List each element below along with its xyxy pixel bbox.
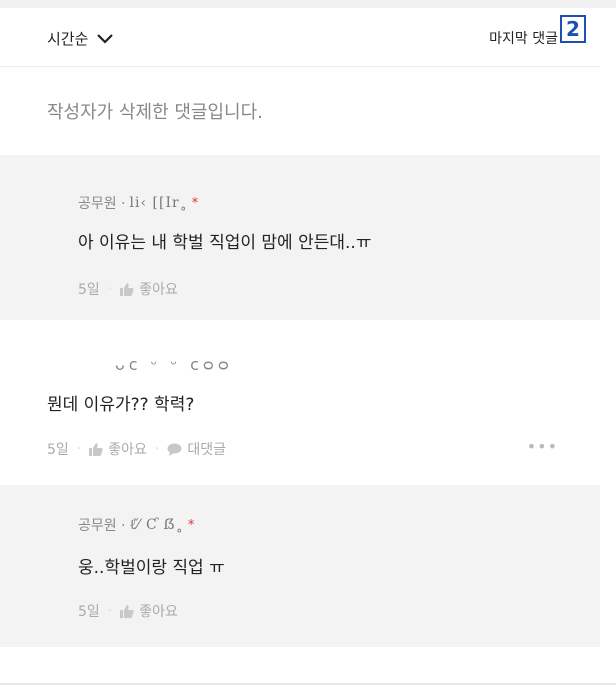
separator-dot: · (107, 603, 113, 619)
separator-dot: · (107, 281, 113, 297)
like-label: 좋아요 (108, 442, 147, 458)
reply-button[interactable]: 대댓글 (167, 439, 226, 459)
reply-body: 웅..학벌이랑 직업 ㅠ (78, 558, 225, 578)
sort-label: 시간순 (47, 30, 89, 48)
thumbs-up-icon (120, 282, 134, 296)
reply-author: 공무원 · li‹ [[Ir˳ * (78, 193, 198, 213)
top-divider (0, 0, 616, 8)
chevron-down-icon (96, 33, 114, 45)
number-badge: 2 (560, 15, 586, 43)
reply-actions: 5일 · 좋아요 (78, 279, 178, 299)
like-button[interactable]: 좋아요 (89, 439, 147, 459)
author-job-label: 공무원 · (78, 196, 126, 212)
sort-bar: 시간순 마지막 댓글 (0, 8, 600, 67)
reply-label: 대댓글 (187, 442, 226, 458)
speech-bubble-icon (167, 443, 182, 456)
more-icon[interactable]: ••• (527, 437, 558, 456)
thumbs-up-icon (120, 604, 134, 618)
sort-dropdown[interactable]: 시간순 (47, 28, 114, 49)
author-nickname: ᴗᴄ ᵕ ᵕ ᴄᴑᴑ (115, 355, 233, 374)
thumbs-up-icon (89, 442, 103, 456)
like-button[interactable]: 좋아요 (120, 601, 178, 621)
author-star-mark: * (191, 195, 199, 211)
deleted-comment-text: 작성자가 삭제한 댓글입니다. (47, 102, 263, 123)
comment-actions: 5일 · 좋아요 · 대댓글 (47, 439, 226, 459)
reply-body: 아 이유는 내 학벌 직업이 맘에 안든대..ㅠ (78, 233, 372, 253)
reply-time: 5일 (78, 604, 100, 620)
reply-item: 공무원 · li‹ [[Ir˳ * 아 이유는 내 학벌 직업이 맘에 안든대.… (0, 155, 600, 320)
reply-actions: 5일 · 좋아요 (78, 601, 178, 621)
author-job-label: 공무원 · (78, 518, 126, 534)
separator-dot: · (76, 441, 82, 457)
author-nickname: ℓ⁄̌ Ƈ ẞ˳ (129, 516, 184, 533)
reply-author: 공무원 · ℓ⁄̌ Ƈ ẞ˳ * (78, 515, 194, 535)
reply-item: 공무원 · ℓ⁄̌ Ƈ ẞ˳ * 웅..학벌이랑 직업 ㅠ 5일 · 좋아요 (0, 485, 600, 647)
comment-item: ᴗᴄ ᵕ ᵕ ᴄᴑᴑ 뭔데 이유가?? 학력? 5일 · 좋아요 · 대댓글 •… (0, 320, 600, 485)
like-button[interactable]: 좋아요 (120, 279, 178, 299)
reply-time: 5일 (78, 282, 100, 298)
like-label: 좋아요 (139, 282, 178, 298)
comment-time: 5일 (47, 442, 69, 458)
author-star-mark: * (187, 517, 195, 533)
last-comment-link[interactable]: 마지막 댓글 (489, 28, 558, 48)
author-nickname: li‹ [[Ir˳ (129, 195, 188, 211)
separator-dot: · (154, 441, 160, 457)
like-label: 좋아요 (139, 604, 178, 620)
comment-body: 뭔데 이유가?? 학력? (47, 395, 195, 415)
